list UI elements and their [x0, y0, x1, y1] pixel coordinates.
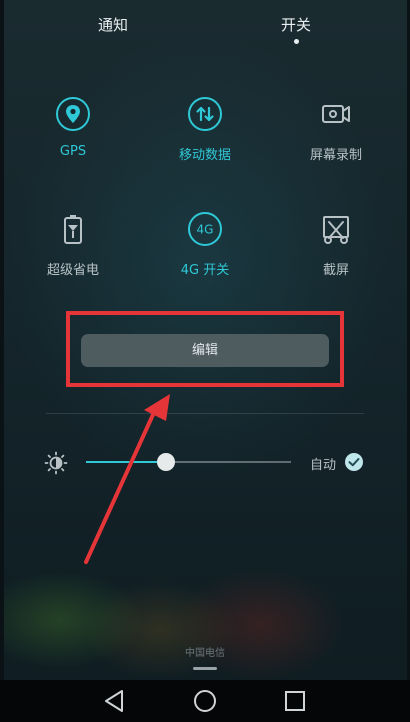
panel-drag-handle[interactable] — [193, 667, 217, 670]
navigation-bar — [0, 680, 410, 722]
back-icon[interactable] — [84, 680, 144, 722]
recents-icon[interactable] — [265, 680, 325, 722]
annotation-arrow — [84, 394, 170, 564]
carrier-label: 中国电信 — [185, 648, 225, 659]
home-icon[interactable] — [175, 680, 235, 722]
